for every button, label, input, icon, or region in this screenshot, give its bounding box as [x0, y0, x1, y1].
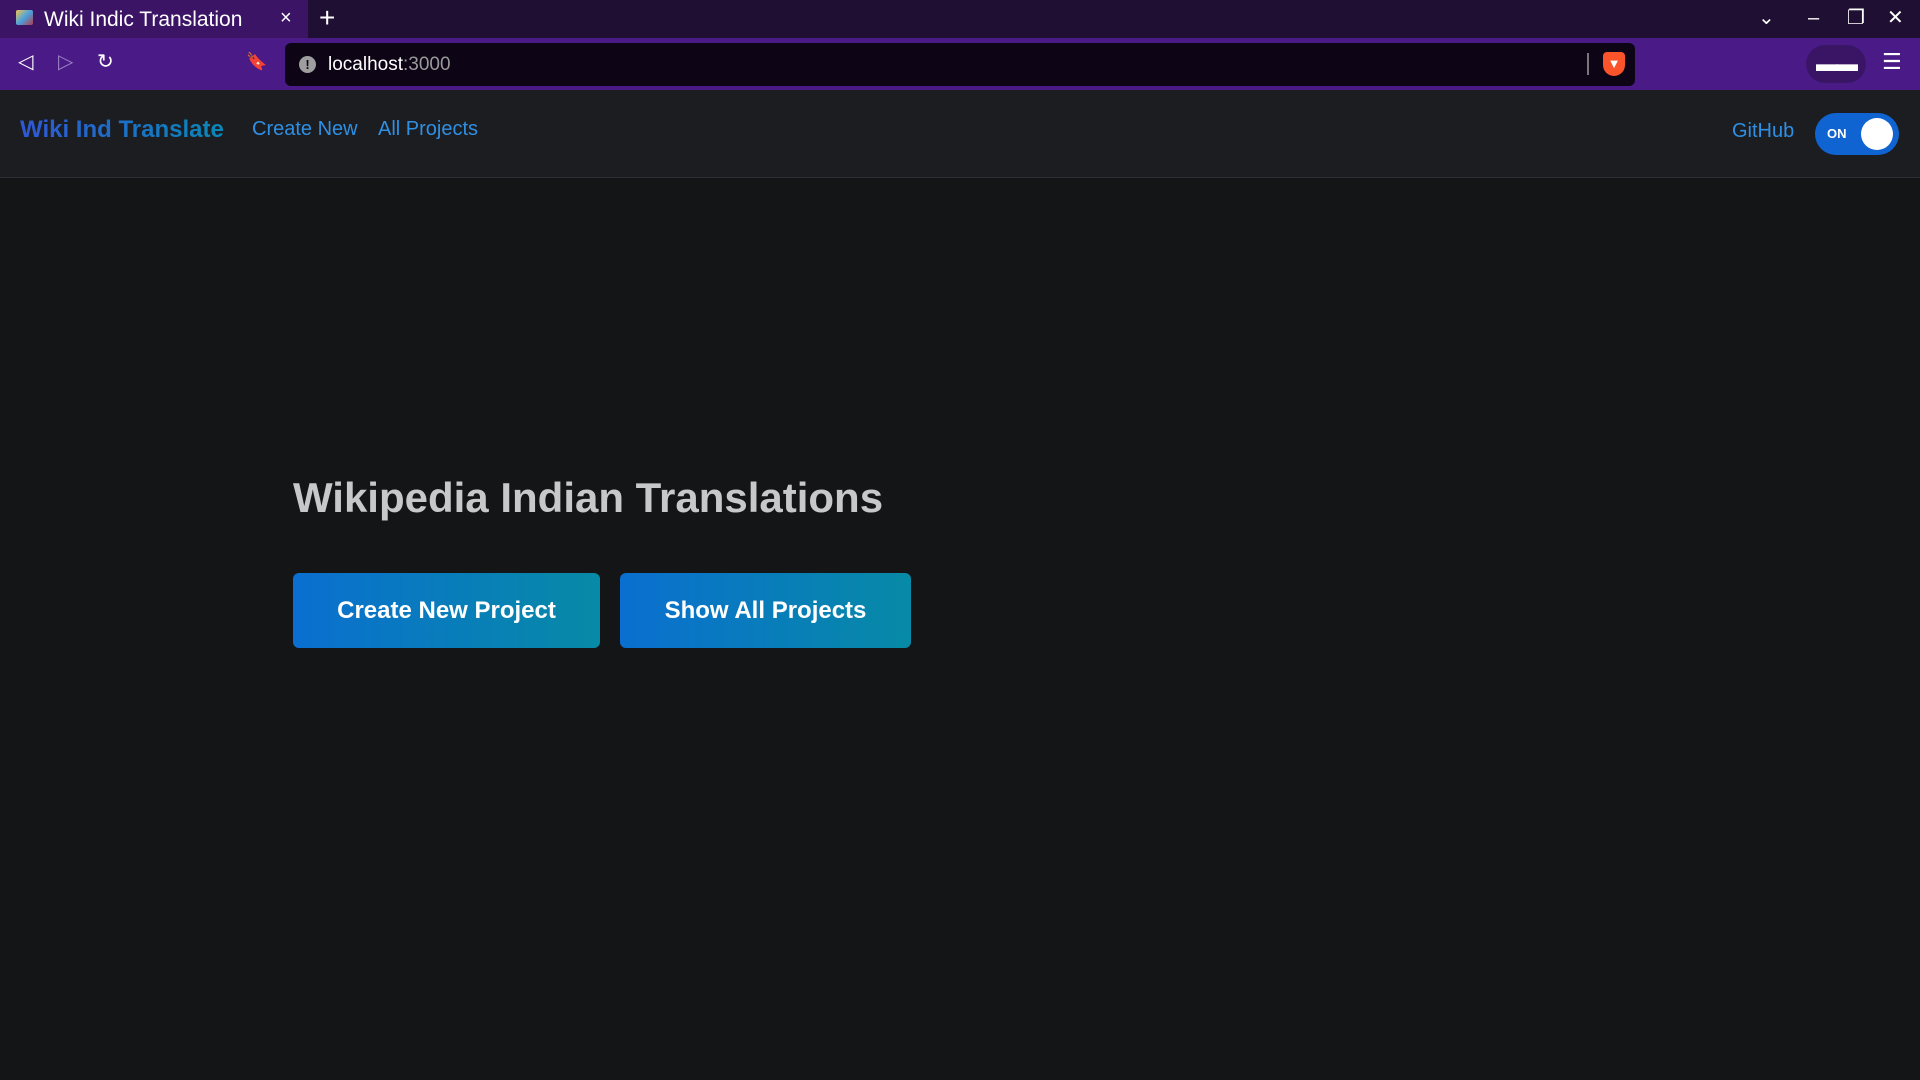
- nav-link-create-new[interactable]: Create New: [252, 118, 358, 141]
- toggle-knob: [1861, 118, 1893, 150]
- tab-close-icon[interactable]: ×: [280, 7, 292, 29]
- new-tab-icon[interactable]: +: [319, 4, 335, 32]
- brand-logo-link[interactable]: Wiki Ind Translate: [20, 116, 224, 144]
- favicon-icon: [16, 10, 33, 25]
- bookmark-icon[interactable]: 🔖: [246, 50, 267, 74]
- show-all-projects-button[interactable]: Show All Projects: [620, 573, 911, 648]
- url-host: localhost: [328, 54, 403, 75]
- private-glasses-icon[interactable]: ▬▬: [1806, 45, 1866, 83]
- url-divider: [1587, 53, 1589, 75]
- theme-toggle[interactable]: ON: [1815, 113, 1899, 155]
- github-link[interactable]: GitHub: [1732, 120, 1794, 143]
- app-navbar: Wiki Ind Translate Create New All Projec…: [0, 90, 1920, 178]
- back-icon[interactable]: ◁: [18, 50, 33, 74]
- restore-icon[interactable]: ❐: [1847, 6, 1865, 30]
- nav-link-all-projects[interactable]: All Projects: [378, 118, 478, 141]
- site-info-icon[interactable]: !: [299, 56, 316, 73]
- url-text[interactable]: localhost:3000: [328, 54, 451, 76]
- page-title: Wikipedia Indian Translations: [293, 474, 884, 521]
- tab-list-chevron-icon[interactable]: ⌄: [1758, 6, 1775, 30]
- browser-menu-icon[interactable]: ☰: [1882, 50, 1902, 74]
- forward-icon[interactable]: ▷: [58, 50, 73, 74]
- create-new-project-button[interactable]: Create New Project: [293, 573, 600, 648]
- browser-tab-active[interactable]: Wiki Indic Translation ×: [0, 0, 308, 38]
- close-window-icon[interactable]: ✕: [1887, 6, 1904, 30]
- minimize-icon[interactable]: –: [1808, 6, 1819, 30]
- brave-shields-icon[interactable]: ▼: [1603, 52, 1625, 76]
- address-bar[interactable]: ! localhost:3000 ▼: [285, 43, 1635, 86]
- tab-title: Wiki Indic Translation: [44, 8, 243, 31]
- toggle-label: ON: [1827, 126, 1847, 141]
- browser-tabbar: Wiki Indic Translation × + ⌄ – ❐ ✕: [0, 0, 1920, 38]
- url-port: :3000: [403, 54, 451, 75]
- reload-icon[interactable]: ↻: [97, 50, 114, 74]
